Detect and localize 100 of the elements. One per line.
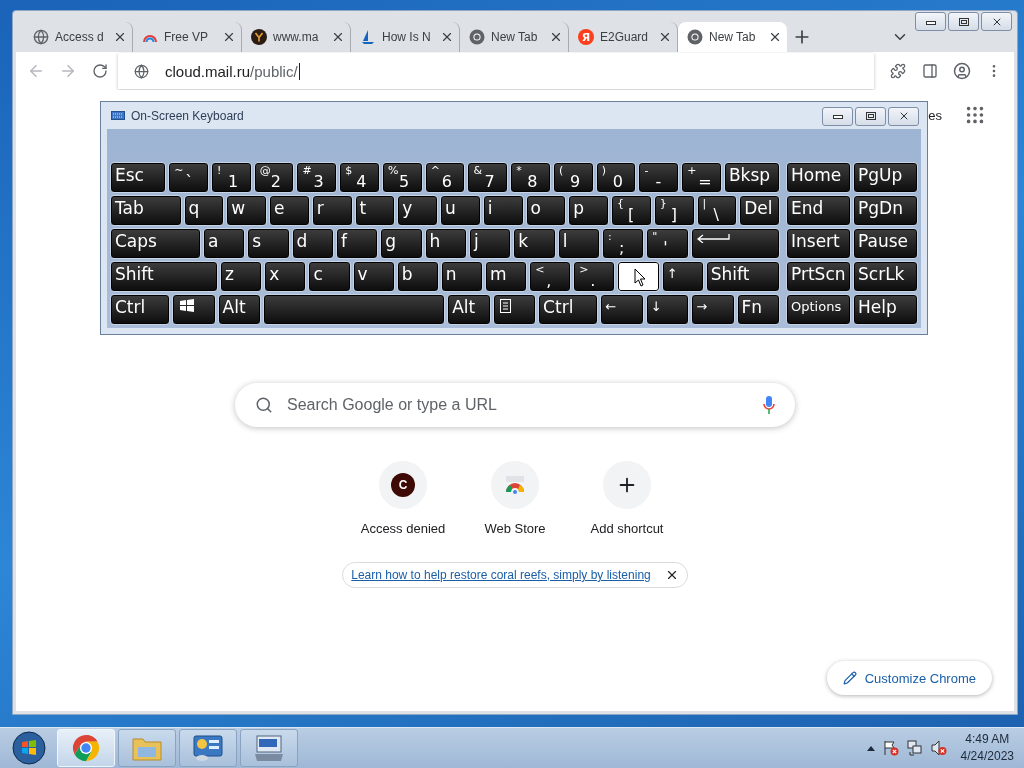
keyboard-key[interactable]: } ] <box>653 195 695 226</box>
keyboard-key[interactable]: m <box>485 261 528 292</box>
keyboard-key[interactable]: f <box>335 228 379 259</box>
taskbar-button[interactable] <box>240 729 298 767</box>
keyboard-key[interactable]: Caps <box>110 228 201 259</box>
keyboard-key[interactable]: Alt <box>447 294 491 325</box>
shortcut-label[interactable]: Add shortcut <box>590 521 664 536</box>
keyboard-key[interactable]: ) 0 <box>595 162 637 193</box>
close-icon[interactable] <box>222 30 236 44</box>
keyboard-key[interactable]: c <box>308 261 351 292</box>
show-hidden-icons-icon[interactable] <box>866 745 875 751</box>
keyboard-key[interactable]: End <box>786 195 851 226</box>
minimize-button[interactable] <box>915 12 946 31</box>
keyboard-key[interactable]: - - <box>638 162 680 193</box>
keyboard-key[interactable]: Shift <box>110 261 219 292</box>
keyboard-key[interactable]: t <box>354 195 396 226</box>
keyboard-key[interactable]: ^ 6 <box>424 162 466 193</box>
keyboard-key[interactable]: " ' <box>646 228 689 259</box>
keyboard-key[interactable]: ↑ <box>661 261 704 292</box>
browser-tab[interactable]: New Tab <box>678 22 787 52</box>
keyboard-key[interactable]: Ctrl <box>538 294 599 325</box>
keyboard-key[interactable]: i <box>482 195 524 226</box>
microphone-icon[interactable] <box>763 396 775 414</box>
close-icon[interactable] <box>768 30 782 44</box>
keyboard-key[interactable]: : ; <box>601 228 645 259</box>
keyboard-key[interactable] <box>492 294 537 325</box>
keyboard-key[interactable]: + = <box>681 162 722 193</box>
keyboard-key[interactable]: Esc <box>110 162 167 193</box>
close-icon[interactable] <box>658 30 672 44</box>
keyboard-key[interactable]: ~ ` <box>168 162 209 193</box>
minimize-button[interactable] <box>822 106 853 126</box>
keyboard-key[interactable]: s <box>247 228 290 259</box>
keyboard-key[interactable]: ← <box>600 294 644 325</box>
keyboard-key[interactable]: PrtScn <box>786 261 851 292</box>
keyboard-key[interactable]: & 7 <box>467 162 509 193</box>
keyboard-key[interactable] <box>263 294 446 325</box>
keyboard-key[interactable]: p <box>568 195 609 226</box>
keyboard-key[interactable]: n <box>440 261 483 292</box>
close-icon[interactable] <box>549 30 563 44</box>
shortcut-tile[interactable]: C <box>379 461 427 509</box>
maximize-button[interactable] <box>855 106 886 126</box>
address-field[interactable]: cloud.mail.ru/public/ <box>118 53 874 89</box>
keyboard-key[interactable]: ( 9 <box>552 162 594 193</box>
flag-warning-icon[interactable] <box>882 740 899 756</box>
keyboard-key[interactable]: Ctrl <box>110 294 171 325</box>
keyboard-key[interactable]: Options <box>786 294 851 325</box>
keyboard-key[interactable]: Alt <box>217 294 262 325</box>
shortcut-tile[interactable] <box>491 461 539 509</box>
keyboard-key[interactable]: x <box>264 261 307 292</box>
keyboard-key[interactable]: v <box>352 261 395 292</box>
keyboard-key[interactable]: z <box>220 261 263 292</box>
keyboard-key[interactable]: Pause <box>853 228 918 259</box>
search-field[interactable]: Search Google or type a URL <box>235 383 795 427</box>
keyboard-key[interactable]: Fn <box>736 294 780 325</box>
keyboard-key[interactable]: Bksp <box>723 162 780 193</box>
keyboard-key[interactable]: $ 4 <box>339 162 380 193</box>
promo-link[interactable]: Learn how to help restore coral reefs, simply by listening <box>351 568 651 582</box>
keyboard-key[interactable]: | \ <box>696 195 738 226</box>
keyboard-key[interactable]: Help <box>853 294 918 325</box>
close-button[interactable] <box>981 12 1012 31</box>
keyboard-key[interactable] <box>172 294 216 325</box>
customize-button[interactable]: Customize Chrome <box>826 661 992 695</box>
keyboard-key[interactable] <box>690 228 780 259</box>
keyboard-key[interactable]: > . <box>573 261 616 292</box>
keyboard-key[interactable]: d <box>291 228 334 259</box>
keyboard-key[interactable]: b <box>396 261 439 292</box>
keyboard-key[interactable]: ScrLk <box>853 261 918 292</box>
header-link[interactable]: es <box>928 107 942 123</box>
close-icon[interactable] <box>331 30 345 44</box>
keyboard-key[interactable]: Del <box>739 195 780 226</box>
keyboard-key[interactable]: q <box>183 195 225 226</box>
muted-speaker-icon[interactable] <box>930 740 947 756</box>
shortcut-label[interactable]: Web Store <box>484 521 546 536</box>
keyboard-key[interactable]: ! 1 <box>210 162 252 193</box>
keyboard-key[interactable]: j <box>468 228 512 259</box>
keyboard-key[interactable]: a <box>202 228 246 259</box>
keyboard-key[interactable]: Insert <box>786 228 851 259</box>
keyboard-key[interactable]: < , <box>529 261 572 292</box>
keyboard-key[interactable]: o <box>525 195 567 226</box>
taskbar-button[interactable] <box>179 729 237 767</box>
network-icon[interactable] <box>906 740 923 756</box>
keyboard-key[interactable]: → <box>691 294 735 325</box>
keyboard-key[interactable]: Tab <box>110 195 182 226</box>
shortcut-label[interactable]: Access denied <box>360 521 446 536</box>
keyboard-key[interactable]: r <box>311 195 353 226</box>
keyboard-key[interactable]: h <box>424 228 467 259</box>
keyboard-key[interactable]: { [ <box>611 195 652 226</box>
keyboard-key[interactable]: e <box>269 195 310 226</box>
keyboard-key[interactable]: Home <box>786 162 851 193</box>
keyboard-key[interactable] <box>617 261 660 292</box>
shortcut-tile[interactable] <box>603 461 651 509</box>
keyboard-key[interactable]: w <box>226 195 267 226</box>
keyboard-key[interactable]: PgUp <box>853 162 918 193</box>
keyboard-key[interactable]: * 8 <box>510 162 551 193</box>
keyboard-key[interactable]: Shift <box>705 261 781 292</box>
apps-grid-icon[interactable] <box>964 104 986 126</box>
keyboard-key[interactable]: k <box>513 228 556 259</box>
keyboard-key[interactable]: l <box>557 228 600 259</box>
keyboard-key[interactable]: # 3 <box>296 162 338 193</box>
keyboard-key[interactable]: @ 2 <box>253 162 295 193</box>
